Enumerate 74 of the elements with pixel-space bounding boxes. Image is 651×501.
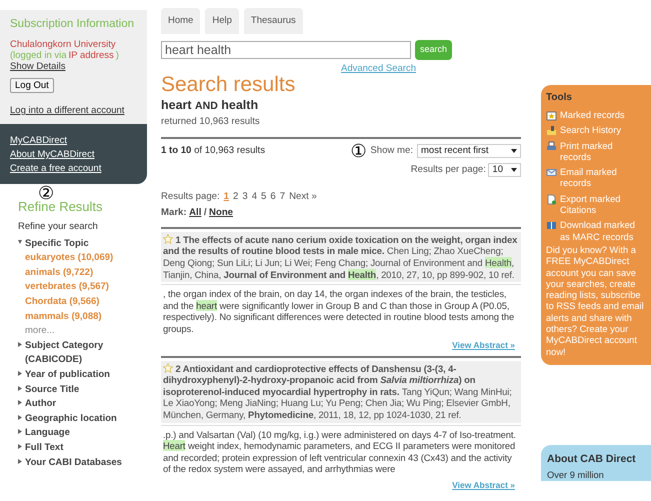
nav-tab[interactable]: Thesaurus xyxy=(244,8,303,34)
range-text: 1 to 10 of 10,963 results xyxy=(161,144,266,158)
caret-right-icon[interactable] xyxy=(18,444,22,449)
facet-link[interactable]: Subject Category (CABICODE) xyxy=(25,338,147,368)
panel-title: Subscription Information xyxy=(10,18,136,31)
panel-title: About CAB Direct xyxy=(547,452,637,466)
facet-link[interactable]: Author xyxy=(25,397,56,412)
page-link[interactable]: 4 xyxy=(252,190,258,204)
refine-subtitle: Refine your search xyxy=(18,220,99,234)
facet-link[interactable]: Your CABI Databases xyxy=(25,456,122,470)
account-link[interactable]: About MyCABDirect xyxy=(10,148,94,162)
sort-select[interactable]: most recent first xyxy=(417,144,521,158)
nav-tab[interactable]: Home xyxy=(161,8,200,34)
separator-text: / xyxy=(204,206,207,220)
result-snippet: .p.) and Valsartan (Val) (10 mg/kg, i.g.) were administered on days 4-7 of Iso-treatment. Heart weight index, hemodynamic parameters, and ECG II parameters were monitored and recorded; protein expression of left ventricular connexin 43 (Cx43) and the activity of the redox system were assayed, and arrhythmias were xyxy=(161,424,521,478)
more-link[interactable]: more... xyxy=(25,324,55,339)
page-link[interactable]: 7 xyxy=(280,190,286,204)
per-page-select[interactable]: 10 xyxy=(488,163,521,178)
search-field[interactable]: heart health xyxy=(161,41,411,59)
sort-label: Show me: xyxy=(370,144,413,158)
result-count: returned 10,963 results xyxy=(161,115,261,130)
about-text: Over 9 million xyxy=(547,468,605,481)
facet-link[interactable]: Geographic location xyxy=(25,412,117,426)
facet-link[interactable]: Full Text xyxy=(25,440,64,456)
page-link[interactable]: 3 xyxy=(242,190,248,204)
star-icon[interactable] xyxy=(163,362,173,373)
institution-name: Chulalongkorn University xyxy=(10,39,117,50)
show-details-link[interactable]: Show Details xyxy=(10,61,66,72)
section-title: Refine Results xyxy=(18,200,104,214)
result-citation: 2 Antioxidant and cardioprotective effects of Danshensu (3-(3, 4-dihydroxyphenyl)-2-hydroxy-propanoic acid from Salvia miltiorrhiza) on isoproterenol-induced myocardial hypertrophy in rats. Tang YiQun; Wang MinHui; Le XiaoYong; Meng JiaNing; Huang Lu; Yu Peng; Chen Jia; Wu Ping; Elsevier GmbH, München, Germany, Phytomedicine, 2011, 18, 12, pp 1024-1030, 21 ref. xyxy=(161,360,521,423)
page-link[interactable]: 5 xyxy=(261,190,266,204)
mark-none-link[interactable]: None xyxy=(209,206,234,221)
per-page-label: Results per page: xyxy=(410,163,486,178)
account-link[interactable]: Create a free account xyxy=(10,162,102,176)
pagination-label: Results page: xyxy=(161,190,220,204)
next-page-link[interactable]: Next » xyxy=(289,190,317,204)
different-account-link[interactable]: Log into a different account xyxy=(10,105,124,116)
annotation-number: ② xyxy=(38,184,54,203)
mark-all-link[interactable]: All xyxy=(189,206,202,221)
annotation-number: ① xyxy=(350,142,366,161)
caret-down-icon[interactable] xyxy=(18,240,22,245)
promo-text: Did you know? With a FREE MyCABDirect account you can save your searches, create reading lists, subscribe to RSS feeds and email alerts and share with others? Create your MyCABDirect account now! xyxy=(546,244,645,358)
mark-label: Mark: xyxy=(161,206,187,220)
facet-link[interactable]: Specific Topic xyxy=(25,236,89,252)
folder-icon[interactable] xyxy=(546,125,557,136)
panel-title: Tools xyxy=(546,92,573,104)
caret-icon[interactable] xyxy=(511,149,517,154)
result-citation: 1 The effects of acute nano cerium oxide toxication on the weight, organ index and the results of routine blood tests in male mice. Chen Ling; Zhao XueCheng; Deng Qiong; Sun LiLi; Li Jun; Li Wei; Feng Chang; Journal of Environment and Health, Tianjin, China, Journal of Environment and Health, 2010, 27, 10, pp 899-902, 10 ref. xyxy=(161,232,521,282)
result-snippet: , the organ index of the brain, on day 14, the organ indexes of the brain, the testicles, and the heart were significantly lower in Group B and C than those in Group A (P0.05, respectively). No significant differences were detected in routine blood tests among the groups. xyxy=(161,284,521,338)
facet-link[interactable]: Language xyxy=(25,426,70,441)
account-link[interactable]: MyCABDirect xyxy=(10,134,68,148)
facet-link[interactable]: Year of publication xyxy=(25,368,110,383)
caret-right-icon[interactable] xyxy=(18,414,22,420)
caret-right-icon[interactable] xyxy=(18,342,22,347)
caret-right-icon[interactable] xyxy=(18,370,22,376)
caret-right-icon[interactable] xyxy=(18,458,22,464)
document-icon[interactable] xyxy=(546,194,557,205)
envelope-icon[interactable] xyxy=(546,167,557,178)
page-link[interactable]: 2 xyxy=(233,190,238,204)
facet-link[interactable]: Source Title xyxy=(25,382,80,398)
page-heading: Search results xyxy=(161,74,296,96)
caret-right-icon[interactable] xyxy=(18,386,22,391)
logout-button[interactable]: Log Out xyxy=(10,78,54,93)
caret-right-icon[interactable] xyxy=(18,429,22,434)
nav-tab[interactable]: Help xyxy=(205,8,239,34)
caret-right-icon[interactable] xyxy=(18,400,22,406)
book-icon[interactable] xyxy=(546,220,557,232)
page-link[interactable]: 6 xyxy=(270,190,276,204)
star-icon[interactable] xyxy=(163,234,173,244)
printer-icon[interactable] xyxy=(546,140,557,152)
login-note: (logged in via IP address ) xyxy=(10,50,120,61)
star-document-icon[interactable] xyxy=(546,110,557,121)
caret-icon[interactable] xyxy=(511,168,517,172)
query-text: heart AND health xyxy=(161,98,260,113)
